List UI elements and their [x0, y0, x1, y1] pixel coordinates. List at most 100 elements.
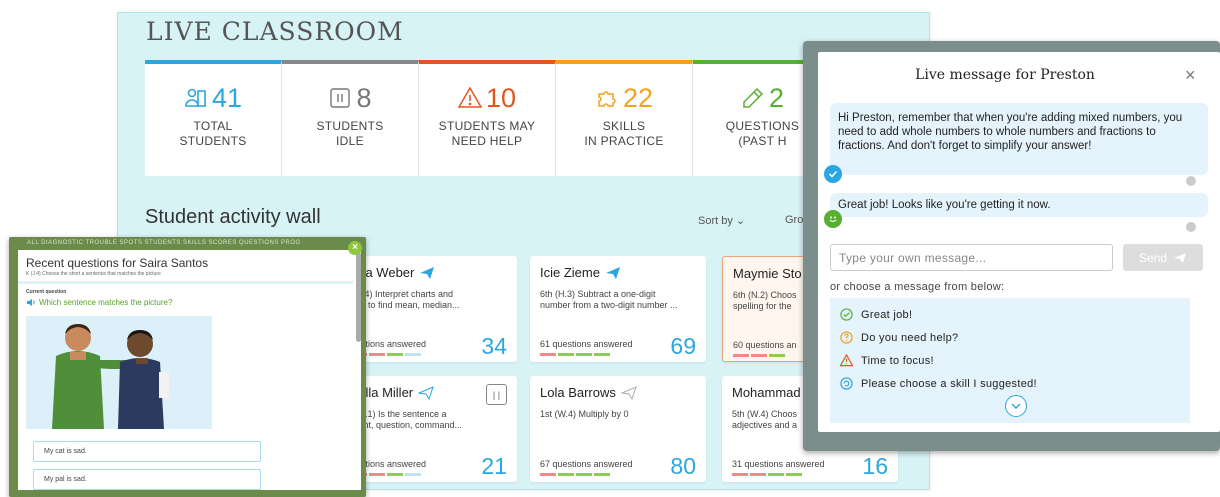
- progress-bars: [540, 353, 610, 356]
- stat-label: SKILLS: [602, 119, 646, 133]
- popup-title: Recent questions for Saira Santos: [26, 256, 209, 270]
- question-count: 21: [481, 453, 507, 479]
- question-label: Which sentence matches the picture?: [39, 298, 173, 307]
- current-question-label: Current question: [26, 289, 67, 295]
- close-icon[interactable]: ×: [348, 241, 362, 255]
- stat-skills-in-practice[interactable]: 22 SKILLS IN PRACTICE: [556, 60, 693, 176]
- preset-label: Great job!: [861, 308, 913, 321]
- progress-bars: [733, 354, 785, 357]
- recent-questions-popup: ALL DIAGNOSTIC TROUBLE SPOTS STUDENTS SK…: [9, 237, 366, 497]
- student-name: Maymie Sto: [733, 266, 802, 281]
- close-icon[interactable]: ×: [1185, 65, 1196, 86]
- student-card[interactable]: Icie Zieme 6th (H.3) Subtract a one-digi…: [530, 256, 706, 362]
- choose-message-label: or choose a message from below:: [830, 281, 1005, 293]
- stat-label: STUDENTS MAY: [438, 119, 536, 133]
- stat-number: 22: [622, 82, 654, 113]
- students-icon: [185, 88, 206, 107]
- send-label: Send: [1138, 250, 1168, 265]
- warning-icon: [840, 354, 853, 367]
- stat-label: STUDENTS: [179, 134, 247, 148]
- questions-answered: 60 questions an: [733, 340, 797, 350]
- message-bubble: Great job! Looks like you're getting it …: [830, 193, 1208, 217]
- background-nav-tabs: ALL DIAGNOSTIC TROUBLE SPOTS STUDENTS SK…: [27, 240, 301, 246]
- pause-icon: [330, 88, 351, 108]
- preset-message-need-help[interactable]: Do you need help?: [830, 326, 1190, 349]
- questions-answered: 67 questions answered: [540, 459, 633, 469]
- progress-bars: [732, 473, 802, 476]
- recent-questions-content: Recent questions for Saira Santos K (J.4…: [18, 250, 361, 490]
- question-count: 34: [481, 333, 507, 359]
- divider: [18, 281, 353, 284]
- student-name: Icie Zieme: [540, 265, 600, 280]
- question-count: 69: [670, 333, 696, 359]
- stat-label: TOTAL: [193, 119, 233, 133]
- question-count: 80: [670, 453, 696, 479]
- stat-label: IN PRACTICE: [584, 134, 664, 148]
- live-message-popup: Live message for Preston × Hi Preston, r…: [803, 41, 1220, 451]
- paper-plane-icon[interactable]: [418, 385, 434, 400]
- student-name: Mohammad: [732, 385, 801, 400]
- stat-label: STUDENTS: [316, 119, 384, 133]
- check-icon: [824, 165, 842, 183]
- student-card[interactable]: bella Miller | | OO.1) Is the sentence a…: [341, 376, 517, 482]
- skill-subtitle: K (J.4) Choose the short a sentence that…: [26, 271, 161, 277]
- answer-option[interactable]: My pal is sad.: [33, 469, 261, 490]
- smiley-icon: [824, 210, 842, 228]
- live-message-content: Live message for Preston × Hi Preston, r…: [818, 52, 1220, 432]
- two-boys-illustration: [26, 316, 212, 429]
- preset-message-great-job[interactable]: Great job!: [830, 303, 1190, 326]
- student-card[interactable]: Lola Barrows 1st (W.4) Multiply by 0 67 …: [530, 376, 706, 482]
- sort-by-dropdown[interactable]: Sort by ⌄: [698, 214, 745, 227]
- question-count: 16: [862, 453, 888, 479]
- preset-label: Time to focus!: [861, 354, 934, 367]
- scrollbar[interactable]: [356, 252, 361, 342]
- paper-plane-icon[interactable]: [620, 385, 637, 400]
- check-circle-icon: [840, 308, 853, 321]
- student-card[interactable]: ana Weber (W.4) Interpret charts and phs…: [341, 256, 517, 362]
- stat-number: 2: [768, 82, 785, 113]
- paper-plane-icon[interactable]: [605, 266, 621, 280]
- skill-description: 6th (H.3) Subtract a one-digit number fr…: [540, 289, 678, 310]
- message-bubble: Hi Preston, remember that when you're ad…: [830, 103, 1208, 175]
- puzzle-icon: [598, 91, 616, 107]
- progress-bars: [540, 473, 610, 476]
- stat-students-need-help[interactable]: 10 STUDENTS MAY NEED HELP: [419, 60, 556, 176]
- skill-description: (W.4) Interpret charts and phs to find m…: [351, 289, 460, 310]
- preset-label: Do you need help?: [861, 331, 959, 344]
- stat-number: 10: [485, 82, 517, 113]
- refresh-circle-icon: [840, 377, 853, 390]
- message-input[interactable]: Type your own message...: [830, 244, 1113, 271]
- paper-plane-icon[interactable]: [419, 266, 435, 280]
- activity-wall-title: Student activity wall: [145, 206, 321, 228]
- student-name: Lola Barrows: [540, 385, 616, 400]
- stat-students-idle[interactable]: 8 STUDENTS IDLE: [282, 60, 419, 176]
- preset-label: Please choose a skill I suggested!: [861, 377, 1037, 390]
- paper-plane-icon: [1174, 252, 1187, 263]
- preset-message-focus[interactable]: Time to focus!: [830, 349, 1190, 372]
- chevron-down-icon[interactable]: [1005, 395, 1027, 417]
- stat-total-students[interactable]: 41 TOTAL STUDENTS: [145, 60, 282, 176]
- stat-number: 41: [211, 82, 243, 113]
- questions-answered: 31 questions answered: [732, 459, 825, 469]
- skill-description: OO.1) Is the sentence a ment, question, …: [351, 409, 463, 430]
- pencil-icon: [743, 87, 764, 108]
- question-text: Which sentence matches the picture?: [26, 298, 172, 307]
- question-circle-icon: [840, 331, 853, 344]
- pause-icon: | |: [486, 384, 507, 405]
- send-button[interactable]: Send: [1123, 244, 1203, 271]
- questions-answered: 61 questions answered: [540, 339, 633, 349]
- status-dot: [1186, 222, 1196, 232]
- warning-icon: [457, 86, 482, 108]
- question-picture: [26, 316, 212, 429]
- status-dot: [1186, 176, 1196, 186]
- stat-label: NEED HELP: [451, 134, 523, 148]
- speaker-icon[interactable]: [26, 298, 36, 307]
- skill-description: 1st (W.4) Multiply by 0: [540, 409, 629, 419]
- answer-option[interactable]: My cat is sad.: [33, 441, 261, 462]
- group-by-dropdown[interactable]: Gro: [785, 214, 803, 226]
- stat-number: 8: [356, 82, 372, 113]
- popup-title: Live message for Preston: [915, 67, 1095, 83]
- stat-label: IDLE: [336, 134, 364, 148]
- page-title: LIVE CLASSROOM: [146, 17, 404, 46]
- preset-message-choose-skill[interactable]: Please choose a skill I suggested!: [830, 372, 1190, 395]
